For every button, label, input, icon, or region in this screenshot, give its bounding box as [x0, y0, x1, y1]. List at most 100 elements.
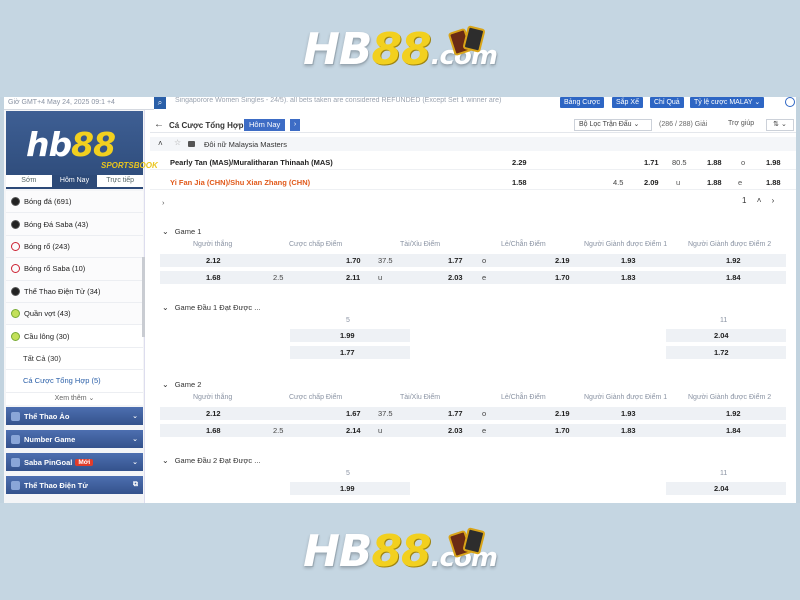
league-flag-icon — [188, 141, 195, 147]
odds-cell[interactable]: 1.70 — [555, 426, 570, 435]
odds-cell[interactable]: 2.03 — [448, 426, 463, 435]
odds-cell[interactable]: 1.68 — [206, 426, 221, 435]
chevron-down-icon: ⌄ — [162, 227, 169, 236]
team-name[interactable]: Yi Fan Jia (CHN)/Shu Xian Zhang (CHN) — [170, 178, 310, 187]
odds-cell[interactable]: 1.84 — [726, 273, 741, 282]
market-title[interactable]: ⌄ Game 1 — [162, 227, 201, 236]
odds-cell[interactable]: 1.77 — [340, 348, 355, 357]
sidebar-scrollbar[interactable] — [142, 257, 145, 337]
column-header: 11 — [720, 470, 728, 477]
odds-cell[interactable]: 2.03 — [448, 273, 463, 282]
sidebar-section-number-game[interactable]: Number Game ⌄ — [6, 430, 143, 448]
star-icon[interactable]: ☆ — [174, 138, 181, 147]
odds-cell[interactable]: 2.12 — [206, 409, 221, 418]
chevron-up-icon[interactable]: ˄ — [757, 196, 762, 205]
odds-cell[interactable]: 2.04 — [714, 484, 729, 493]
total-line: 37.5 — [378, 256, 393, 265]
odds-cell[interactable]: 1.68 — [206, 273, 221, 282]
results-button[interactable]: Chỉ Quả — [650, 97, 684, 108]
soccer-ball-icon — [11, 197, 20, 207]
sportsbook-logo: hb88 — [26, 125, 116, 164]
odds-cell[interactable]: 1.92 — [726, 409, 741, 418]
sidebar-item-esports[interactable]: Thể Thao Điện Tử (34) — [6, 280, 143, 303]
chevron-down-icon: ⌄ — [162, 456, 169, 465]
odds-cell[interactable]: 1.93 — [621, 256, 636, 265]
odds-cell[interactable]: 1.70 — [346, 256, 361, 265]
odds-type-select[interactable]: Tỷ lệ cược MALAY ⌄ — [690, 97, 765, 108]
league-header[interactable]: ˄ ☆ Đôi nữ Malaysia Masters — [150, 137, 796, 151]
chevron-right-icon[interactable]: › — [162, 198, 165, 207]
sidebar-section-saba-pingoal[interactable]: Saba PinGoal Mới ⌄ — [6, 453, 143, 471]
tab-early[interactable]: Sớm — [6, 175, 52, 187]
sidebar-section-esports[interactable]: Thể Thao Điện Tử ⧉ — [6, 476, 143, 494]
odds-cell[interactable]: 1.98 — [766, 158, 781, 167]
more-markets-toggle[interactable]: › — [150, 197, 796, 209]
odds-cell[interactable]: 2.19 — [555, 409, 570, 418]
odds-cell[interactable]: 1.77 — [448, 409, 463, 418]
sidebar-tabs: Sớm Hôm Nay Trực tiếp — [6, 175, 143, 187]
chevron-down-icon: ⌄ — [132, 413, 138, 420]
odds-cell[interactable]: 2.04 — [714, 331, 729, 340]
sidebar-item-saba-basketball[interactable]: Bóng rổ Saba (10) — [6, 258, 143, 281]
odds-cell[interactable]: 1.58 — [512, 178, 527, 187]
sidebar-subitem-parlay[interactable]: Cá Cược Tổng Hợp (5) — [6, 370, 143, 393]
sidebar-item-saba-football[interactable]: Bóng Đá Saba (43) — [6, 213, 143, 236]
odds-cell[interactable]: 2.19 — [555, 256, 570, 265]
odds-cell[interactable]: 1.88 — [766, 178, 781, 187]
sidebar-item-basketball[interactable]: Bóng rổ (243) — [6, 235, 143, 259]
odds-cell[interactable]: 1.88 — [707, 158, 722, 167]
market-title[interactable]: ⌄ Game Đầu 1 Đạt Được ... — [162, 303, 261, 312]
odds-cell[interactable]: 1.93 — [621, 409, 636, 418]
odds-cell[interactable]: 1.83 — [621, 273, 636, 282]
odds-cell[interactable]: 2.11 — [346, 273, 360, 282]
odds-cell[interactable]: 2.14 — [346, 426, 361, 435]
chevron-up-icon[interactable]: ˄ — [158, 139, 163, 148]
odds-cell[interactable]: 1.70 — [555, 273, 570, 282]
sort-order-select[interactable]: ⇅ ⌄ — [766, 119, 794, 131]
betslip-button[interactable]: Bảng Cược — [560, 97, 605, 108]
tab-today[interactable]: Hôm Nay — [51, 175, 98, 187]
chevron-right-icon[interactable]: › — [290, 119, 300, 131]
market-title[interactable]: ⌄ Game 2 — [162, 380, 201, 389]
back-arrow-icon[interactable]: ← — [154, 119, 164, 130]
odds-cell[interactable]: 1.92 — [726, 256, 741, 265]
announcement-ticker: Singaporore Women Singles - 24/5). all b… — [175, 97, 502, 104]
odds-row — [160, 407, 786, 420]
today-filter-button[interactable]: Hôm Nay — [244, 119, 286, 131]
match-filter-select[interactable]: Bộ Lọc Trận Đấu ⌄ — [574, 119, 652, 131]
odds-cell[interactable]: 1.88 — [707, 178, 722, 187]
market-race-game-1: ⌄ Game Đầu 1 Đạt Được ... 5 11 1.99 2.04 … — [150, 301, 796, 365]
team-name[interactable]: Pearly Tan (MAS)/Muralitharan Thinaah (M… — [170, 158, 333, 167]
basketball-icon — [11, 241, 20, 251]
odds-cell[interactable]: 2.12 — [206, 256, 221, 265]
sort-button[interactable]: Sắp Xế — [612, 97, 643, 108]
help-link[interactable]: Trợ giúp — [728, 120, 754, 127]
odds-cell[interactable]: 1.77 — [448, 256, 463, 265]
column-header: Lẻ/Chẵn Điểm — [501, 241, 546, 248]
sidebar-item-badminton[interactable]: Cầu lông (30) — [6, 325, 143, 348]
market-title[interactable]: ⌄ Game Đầu 2 Đạt Được ... — [162, 456, 261, 465]
column-header: 5 — [346, 317, 350, 324]
odds-cell[interactable]: 1.67 — [346, 409, 361, 418]
sidebar-item-football[interactable]: Bóng đá (691) — [6, 191, 143, 214]
odds-cell[interactable]: 2.29 — [512, 158, 527, 167]
odds-cell[interactable]: 1.72 — [714, 348, 729, 357]
chevron-right-icon[interactable]: › — [772, 196, 775, 205]
odds-cell[interactable]: 1.71 — [644, 158, 659, 167]
tab-live[interactable]: Trực tiếp — [97, 175, 143, 187]
show-more-link[interactable]: Xem thêm ⌄ — [6, 392, 143, 405]
sport-list: Bóng đá (691) Bóng Đá Saba (43) Bóng rổ … — [6, 191, 143, 405]
handicap-line: 2.5 — [273, 426, 284, 435]
sidebar-section-virtual-sports[interactable]: Thể Thao Ảo ⌄ — [6, 407, 143, 425]
odds-cell[interactable]: 1.99 — [340, 331, 355, 340]
sidebar-subitem-all[interactable]: Tất Cả (30) — [6, 347, 143, 371]
odds-cell[interactable]: 2.09 — [644, 178, 659, 187]
odds-cell[interactable]: 1.84 — [726, 426, 741, 435]
settings-toggle[interactable] — [785, 97, 795, 107]
external-link-icon: ⧉ — [133, 481, 138, 488]
number-game-icon — [11, 434, 20, 444]
column-header: 5 — [346, 470, 350, 477]
odds-cell[interactable]: 1.83 — [621, 426, 636, 435]
sidebar-item-tennis[interactable]: Quần vợt (43) — [6, 302, 143, 326]
odds-cell[interactable]: 1.99 — [340, 484, 355, 493]
